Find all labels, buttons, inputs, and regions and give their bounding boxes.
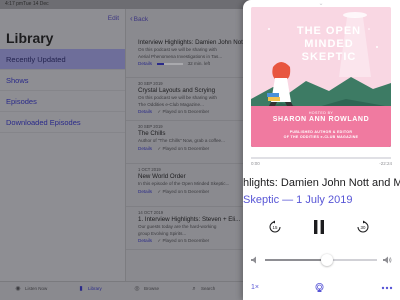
volume-slider[interactable] — [265, 254, 377, 266]
episode-description: In this episode of the Open Minded Skept… — [138, 181, 230, 186]
episode-date: 30 SEP 2019 — [138, 81, 163, 86]
volume-low-icon — [251, 256, 256, 264]
played-status: Played on 5 December — [162, 145, 210, 151]
more-icon[interactable] — [381, 286, 393, 290]
back-label: Back — [133, 16, 149, 23]
tab-listen-now[interactable]: ◉ Listen Now — [14, 285, 47, 299]
details-link[interactable]: Details — [138, 189, 152, 194]
played-status: Played on 5 December — [162, 109, 210, 114]
volume-high-icon — [383, 256, 392, 264]
played-status: Played on 5 December — [162, 238, 210, 243]
artwork-title-line2: MINDED — [304, 38, 354, 50]
status-date: Tue 14 Dec — [23, 1, 49, 7]
tab-search[interactable]: ⌕ Search — [190, 285, 215, 299]
episode-meta: Details ✓ Played on 5 December — [138, 109, 260, 115]
episode-title: Crystal Layouts and Scrying — [138, 87, 216, 94]
remaining-time: -22:24 — [379, 161, 392, 166]
tab-bar: ◉ Listen Now ▮ Library ◎ Browse ⌕ Search — [0, 281, 264, 300]
playback-speed-button[interactable]: 1× — [251, 284, 259, 291]
episode-description: Author of "The Chills" Now, grab a coffe… — [138, 138, 225, 143]
artwork-hosted-by: HOSTED BY — [308, 111, 334, 115]
episode-date: 1 OCT 2019 — [138, 167, 161, 172]
episode-title: The Chills — [138, 130, 166, 137]
details-link[interactable]: Details — [138, 109, 152, 114]
details-link[interactable]: Details — [138, 61, 152, 66]
now-playing-episode-title: hlights: Damien John Nott and Mel — [243, 177, 400, 189]
search-icon: ⌕ — [192, 286, 196, 292]
playback-scrubber[interactable] — [251, 157, 391, 159]
tab-label: Listen Now — [25, 286, 48, 292]
library-menu: Recently Updated Shows Episodes Download… — [0, 49, 125, 133]
episode-date: 30 SEP 2019 — [138, 124, 163, 129]
play-circle-icon: ◉ — [15, 286, 21, 292]
pause-icon[interactable] — [312, 219, 326, 235]
episode-description: On this podcast we will be sharing with — [138, 95, 217, 100]
episode-description: Our guests today are the hard-working — [138, 224, 217, 229]
now-playing-show-and-date[interactable]: Skeptic — 1 July 2019 — [243, 194, 400, 206]
episode-progress-bar — [157, 62, 184, 65]
artwork-title-line1: THE OPEN — [296, 25, 362, 37]
library-item-episodes[interactable]: Episodes — [0, 91, 125, 112]
volume-slider-knob[interactable] — [320, 254, 333, 266]
episode-title: 1. Interview Highlights: Steven + Eli... — [138, 216, 241, 223]
artwork-subtitle-line2: OF THE ODDITIES e-CLUB MAGAZINE — [283, 135, 359, 139]
episode-title: New World Order — [138, 173, 186, 180]
volume-slider-fill — [265, 259, 327, 261]
episode-title: Interview Highlights: Damien John Nott..… — [138, 39, 250, 46]
library-item-recently-updated[interactable]: Recently Updated — [0, 49, 125, 70]
library-title: Library — [6, 30, 54, 46]
skip-back-15-icon[interactable]: 15 — [268, 220, 282, 234]
details-link[interactable]: Details — [138, 146, 152, 151]
details-link[interactable]: Details — [138, 238, 152, 243]
episode-description: Aerial Phenomena Investigations in Tas..… — [138, 53, 223, 59]
skip-forward-seconds: 30 — [361, 225, 366, 230]
back-button[interactable]: ‹Back — [130, 14, 148, 23]
episode-description: The Oddities e-Club Magazine... — [138, 101, 204, 107]
tab-browse[interactable]: ◎ Browse — [133, 285, 159, 299]
skip-forward-30-icon[interactable]: 30 — [356, 220, 370, 234]
artwork-host-name: SHARON ANN ROWLAND — [272, 116, 370, 123]
episode-artwork: THE OPEN MINDED SKEPTIC HOSTED BY SHARON… — [251, 7, 391, 147]
chevron-left-icon: ‹ — [130, 14, 133, 23]
library-item-downloaded-episodes[interactable]: Downloaded Episodes — [0, 112, 125, 133]
elapsed-time: 0:00 — [251, 161, 260, 166]
episode-meta: Details ✓ Played on 5 December — [138, 146, 260, 152]
tab-label: Browse — [144, 286, 160, 292]
tab-label: Library — [88, 286, 102, 292]
library-icon: ▮ — [79, 286, 83, 292]
artwork-subtitle-line1: PUBLISHED AUTHOR & EDITOR — [289, 130, 353, 134]
episode-meta: Details ✓ Played on 5 December — [138, 189, 260, 195]
status-time: 4:17 pm — [5, 1, 24, 7]
chevron-down-icon[interactable]: ⌄ — [314, 1, 328, 7]
episode-meta: Details ✓ Played on 5 December — [138, 238, 260, 244]
time-remaining: 32 min. left — [187, 61, 211, 66]
episode-date: 14 OCT 2019 — [138, 210, 164, 215]
played-status: Played on 5 December — [162, 188, 210, 194]
episode-description: On this podcast we will be sharing with — [138, 47, 217, 52]
airplay-icon[interactable] — [315, 283, 324, 292]
podcast-icon: ◎ — [134, 286, 140, 292]
skip-back-seconds: 15 — [273, 225, 278, 230]
now-playing-sheet: ⌄ THE OPEN MINDED SKEPTIC HOSTED BY SHAR… — [243, 0, 400, 300]
episode-meta: Details 32 min. left — [138, 61, 260, 66]
tab-label: Search — [201, 286, 216, 292]
episode-description: group Evolving Spirits... — [138, 230, 187, 236]
library-sidebar: Edit Library Recently Updated Shows Epis… — [0, 9, 126, 291]
edit-button[interactable]: Edit — [108, 15, 119, 22]
tab-library[interactable]: ▮ Library — [77, 285, 102, 299]
volume-control — [251, 254, 392, 266]
episode-progress-fill — [157, 62, 164, 65]
library-item-shows[interactable]: Shows — [0, 70, 125, 91]
artwork-title-line3: SKEPTIC — [301, 51, 357, 63]
